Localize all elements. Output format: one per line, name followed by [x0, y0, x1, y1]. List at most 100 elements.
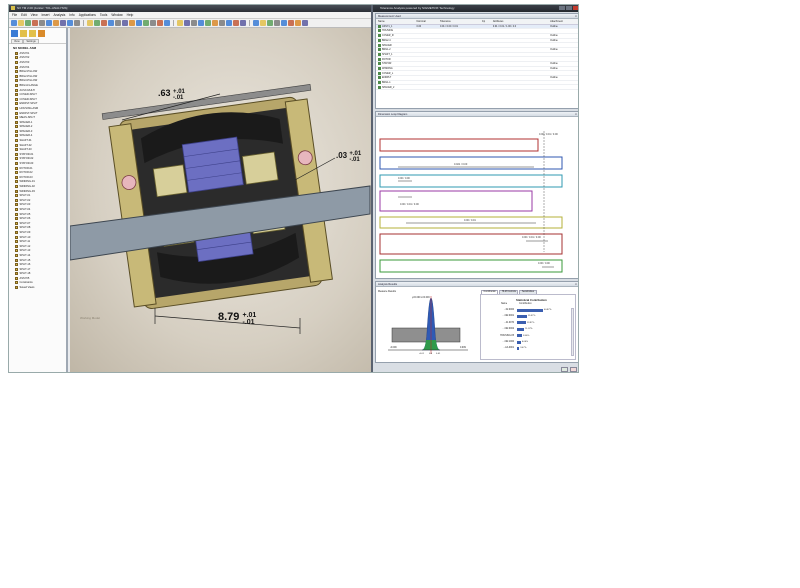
toolbar-tool-icon[interactable]	[191, 20, 197, 26]
toolbar-tool-icon[interactable]	[108, 20, 114, 26]
toolbar-tool-icon[interactable]	[25, 20, 31, 26]
contribution-row[interactable]: ...02.0000 40.87%	[494, 308, 551, 312]
folder-icon[interactable]	[19, 30, 27, 37]
tab-settings[interactable]: Settings	[23, 39, 39, 44]
dimension-3[interactable]: 8.79 +.01 -.01	[218, 311, 256, 326]
maximize-button[interactable]	[566, 6, 572, 10]
minimize-button[interactable]	[559, 6, 565, 10]
measurement-icon	[378, 34, 381, 38]
menu-item-applications[interactable]: Applications	[79, 13, 96, 17]
close-button[interactable]	[573, 6, 578, 10]
menu-item-view[interactable]: View	[31, 13, 38, 17]
toolbar-tool-icon[interactable]	[101, 20, 107, 26]
toolbar-tool-icon[interactable]	[177, 20, 183, 26]
contribution-row[interactable]: HOUSING.05 8.06%	[494, 334, 529, 338]
tree-item-label: COVER-SPLIT	[19, 93, 37, 97]
toolbar-tool-icon[interactable]	[129, 20, 135, 26]
tree-item-label: SPLIT-05	[19, 212, 31, 216]
toolbar-tool-icon[interactable]	[281, 20, 287, 26]
pin-icon[interactable]: ✕	[575, 112, 577, 117]
toolbar-tool-icon[interactable]	[115, 20, 121, 26]
toolbar-tool-icon[interactable]	[122, 20, 128, 26]
menu-item-info[interactable]: Info	[69, 13, 74, 17]
toolbar-tool-icon[interactable]	[267, 20, 273, 26]
menu-item-edit[interactable]: Edit	[21, 13, 27, 17]
menu-item-tools[interactable]: Tools	[100, 13, 107, 17]
toolbar-tool-icon[interactable]	[240, 20, 246, 26]
dimension-2-nominal: .03	[336, 151, 348, 160]
bottom-tick-2: 0.0	[429, 353, 433, 355]
tree-root[interactable]: NX MODEL ASM	[9, 44, 66, 51]
toolbar-tool-icon[interactable]	[212, 20, 218, 26]
menu-item-window[interactable]: Window	[111, 13, 122, 17]
tree-filter-icon[interactable]	[11, 30, 18, 37]
toolbar-tool-icon[interactable]	[143, 20, 149, 26]
toolbar-tool-icon[interactable]	[46, 20, 52, 26]
dimension-3-lower: -.01	[242, 319, 255, 326]
measurement-icon	[378, 38, 381, 42]
toolbar-tool-icon[interactable]	[67, 20, 73, 26]
toolbar-tool-icon[interactable]	[295, 20, 301, 26]
toolbar-tool-icon[interactable]	[198, 20, 204, 26]
toolbar-tool-icon[interactable]	[226, 20, 232, 26]
measurement-panel: Measurement Used ✕ Name Nominal Tolerance C…	[375, 13, 578, 109]
settings-icon[interactable]	[37, 30, 45, 37]
toolbar-tool-icon[interactable]	[164, 20, 170, 26]
contribution-row[interactable]: ...192.0001 15.57%	[494, 314, 535, 318]
contribution-row[interactable]: ...AA.0001 3.47%	[494, 346, 526, 350]
toolbar-tool-icon[interactable]	[74, 20, 80, 26]
tree-item[interactable]: Saved Views	[9, 285, 66, 290]
contribution-row[interactable]: ...192.1000 6.06%	[494, 340, 528, 344]
toolbar-tool-icon[interactable]	[136, 20, 142, 26]
loop-label-7: 0.00 / 0.00	[538, 262, 550, 265]
toolbar-tool-icon[interactable]	[11, 20, 17, 26]
toolbar-tool-icon[interactable]	[260, 20, 266, 26]
contribution-row[interactable]: ...41.0070 13.97%	[494, 321, 534, 325]
toolbar-tool-icon[interactable]	[233, 20, 239, 26]
toolbar-tool-icon[interactable]	[219, 20, 225, 26]
toolbar-tool-icon[interactable]	[150, 20, 156, 26]
axis-tick-right: 0.009	[460, 347, 466, 349]
pin-icon[interactable]: ✕	[575, 14, 577, 19]
toolbar-tool-icon[interactable]	[18, 20, 24, 26]
toolbar-tool-icon[interactable]	[253, 20, 259, 26]
pin-icon[interactable]: ✕	[575, 282, 577, 287]
scrollbar[interactable]	[571, 308, 574, 356]
histogram[interactable]: μ=0.000 σ=0.003 -0.009 0.009 -0.01 0.0 0…	[378, 292, 478, 362]
contribution-value: 11.37%	[525, 328, 533, 331]
cancel-button[interactable]	[570, 367, 577, 372]
toolbar-tool-icon[interactable]	[288, 20, 294, 26]
toolbar-tool-icon[interactable]	[274, 20, 280, 26]
toolbar-tool-icon[interactable]	[205, 20, 211, 26]
tree-item-label: SPLIT-12	[19, 244, 31, 248]
toolbar-tool-icon[interactable]	[157, 20, 163, 26]
tab-view[interactable]: View	[11, 39, 23, 44]
dimension-2[interactable]: .03 +.01 -.01	[336, 151, 361, 163]
part-icon	[15, 226, 18, 230]
measurement-icon	[378, 71, 381, 75]
toolbar-tool-icon[interactable]	[184, 20, 190, 26]
loop-diagram[interactable]: 0.00 / 0.01 / 0.00 0.021 / 0.00 0.00 / 0…	[376, 117, 579, 277]
toolbar-separator	[83, 20, 84, 26]
menu-item-analysis[interactable]: Analysis	[53, 13, 65, 17]
tree-item-label: ASSY03	[19, 60, 30, 64]
menu-item-help[interactable]: Help	[127, 13, 134, 17]
part-icon	[15, 203, 18, 207]
dimension-1[interactable]: .63 +.01 -.01	[158, 88, 185, 101]
contribution-row[interactable]: ...192.0002 11.37%	[494, 327, 532, 331]
viewport-watermark: Working Model	[80, 316, 100, 320]
toolbar-tool-icon[interactable]	[39, 20, 45, 26]
toolbar-tool-icon[interactable]	[53, 20, 59, 26]
menu-item-insert[interactable]: Insert	[42, 13, 50, 17]
3d-viewport[interactable]: .63 +.01 -.01 .03 +.01 -.01 8.79 +.01 -.…	[70, 28, 371, 372]
folder-open-icon[interactable]	[28, 30, 36, 37]
dimension-1-nominal: .63	[158, 88, 171, 98]
toolbar-tool-icon[interactable]	[302, 20, 308, 26]
ok-button[interactable]	[561, 367, 568, 372]
toolbar-tool-icon[interactable]	[94, 20, 100, 26]
measurement-row[interactable]: SPACER_2	[376, 84, 578, 91]
menu-item-file[interactable]: File	[12, 13, 17, 17]
toolbar-tool-icon[interactable]	[87, 20, 93, 26]
toolbar-tool-icon[interactable]	[60, 20, 66, 26]
toolbar-tool-icon[interactable]	[32, 20, 38, 26]
